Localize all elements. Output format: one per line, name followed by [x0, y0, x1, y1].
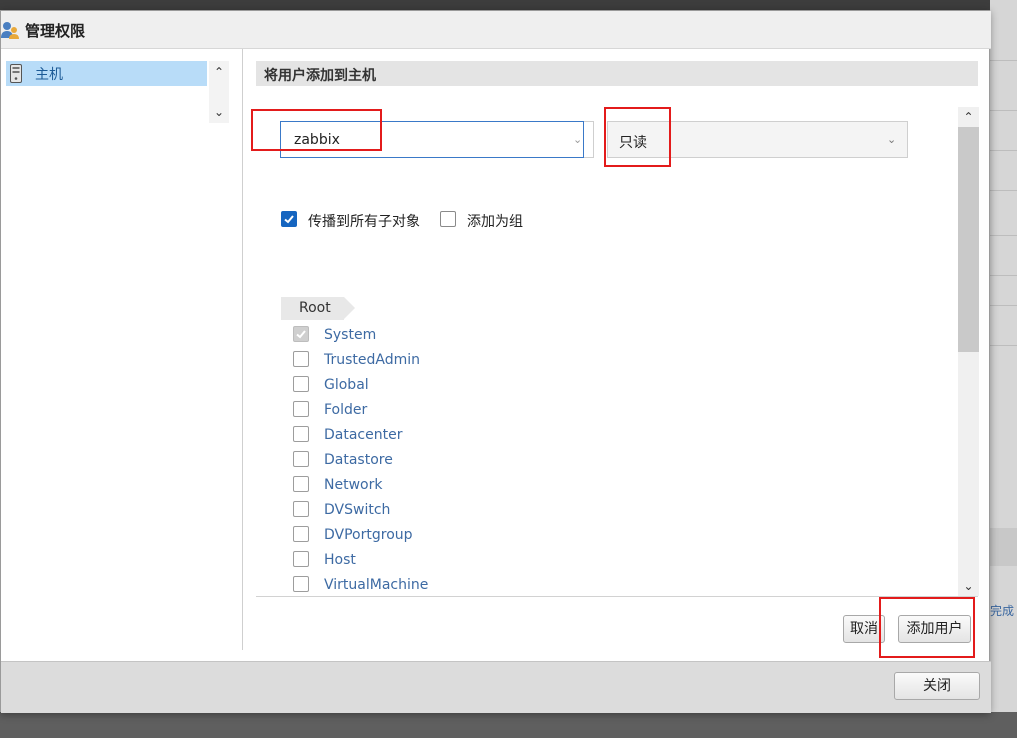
users-icon — [1, 22, 19, 39]
scrollbar-thumb[interactable] — [958, 127, 979, 352]
privilege-label[interactable]: TrustedAdmin — [324, 352, 420, 368]
privilege-label[interactable]: VirtualMachine — [324, 577, 428, 593]
chevron-down-icon: ⌄ — [573, 133, 583, 146]
object-nav: 主机 ⌃ ⌄ — [1, 49, 243, 650]
annotation-box — [879, 597, 975, 658]
privilege-checkbox — [293, 326, 309, 342]
privilege-label[interactable]: Host — [324, 552, 356, 568]
propagate-checkbox[interactable] — [281, 211, 297, 227]
close-button[interactable]: 关闭 — [894, 672, 980, 700]
privilege-list-scrollbar[interactable]: ⌃ ⌄ — [958, 107, 979, 596]
annotation-box — [604, 107, 671, 167]
dialog-titlebar[interactable]: 管理权限 — [1, 11, 991, 49]
privilege-label[interactable]: DVPortgroup — [324, 527, 413, 543]
privilege-checkbox[interactable] — [293, 501, 309, 517]
manage-permissions-dialog: 管理权限 主机 ⌃ ⌄ 将用户添加到主机 zabbix ⌄ 只读 ⌄ 传播到所有… — [0, 10, 991, 713]
chevron-down-icon: ⌄ — [887, 133, 897, 146]
check-icon — [296, 330, 306, 339]
privilege-checkbox[interactable] — [293, 476, 309, 492]
privilege-label[interactable]: Folder — [324, 402, 367, 418]
breadcrumb-root: Root — [299, 300, 331, 316]
chevron-down-icon[interactable]: ⌄ — [958, 576, 979, 596]
chevron-up-icon[interactable]: ⌃ — [958, 107, 979, 127]
privilege-label[interactable]: DVSwitch — [324, 502, 390, 518]
chevron-down-icon[interactable]: ⌄ — [209, 101, 229, 123]
nav-scrollbar[interactable]: ⌃ ⌄ — [209, 61, 229, 123]
dialog-footer: 关闭 — [1, 661, 991, 713]
privilege-checkbox[interactable] — [293, 376, 309, 392]
divider — [256, 596, 978, 597]
privilege-checkbox[interactable] — [293, 426, 309, 442]
privilege-checkbox[interactable] — [293, 451, 309, 467]
nav-item-host[interactable]: 主机 — [6, 61, 207, 86]
privilege-label[interactable]: Global — [324, 377, 369, 393]
privilege-checkbox[interactable] — [293, 401, 309, 417]
dialog-title: 管理权限 — [25, 22, 86, 40]
privilege-label: System — [324, 327, 377, 343]
background-titlebar — [0, 0, 1017, 10]
privilege-label[interactable]: Datacenter — [324, 427, 402, 443]
section-title: 将用户添加到主机 — [264, 68, 376, 84]
privilege-label[interactable]: Datastore — [324, 452, 393, 468]
section-header: 将用户添加到主机 — [256, 61, 978, 86]
propagate-label[interactable]: 传播到所有子对象 — [308, 211, 420, 231]
nav-item-label: 主机 — [35, 67, 63, 83]
privilege-checkbox[interactable] — [293, 576, 309, 592]
add-as-group-checkbox[interactable] — [440, 211, 456, 227]
privilege-checkbox[interactable] — [293, 351, 309, 367]
check-icon — [284, 215, 294, 224]
chevron-up-icon[interactable]: ⌃ — [209, 61, 229, 83]
background-partial-text: 完成 — [990, 604, 1015, 618]
add-as-group-label[interactable]: 添加为组 — [467, 211, 523, 231]
background-app-panel — [990, 0, 1017, 738]
privilege-label[interactable]: Network — [324, 477, 382, 493]
privilege-checkbox[interactable] — [293, 551, 309, 567]
server-icon — [10, 64, 22, 83]
privilege-checkbox[interactable] — [293, 526, 309, 542]
background-bottom — [0, 712, 1017, 738]
annotation-box — [251, 109, 382, 151]
